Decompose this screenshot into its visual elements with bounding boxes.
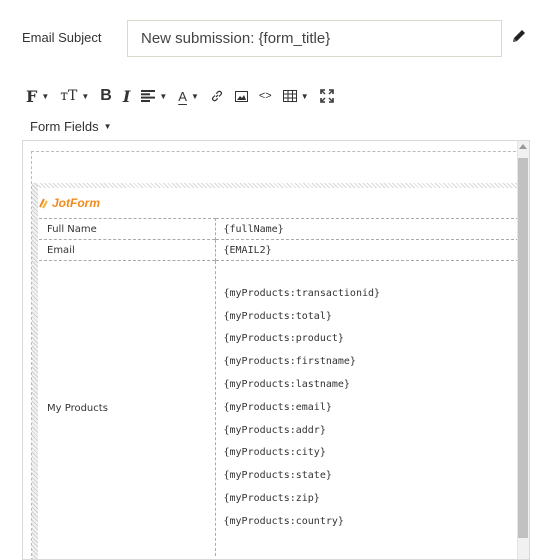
table-button[interactable]: ▼ — [282, 84, 309, 108]
field-label: My Products — [39, 260, 216, 556]
bold-icon: B — [100, 87, 112, 104]
submission-table: Full Name {fullName} Email {EMAIL2} My P… — [39, 218, 519, 556]
jotform-logo-text: JotForm — [52, 196, 100, 210]
field-label: Full Name — [39, 218, 216, 240]
field-value: {fullName} — [215, 218, 519, 240]
text-color-icon: A — [178, 88, 187, 104]
bold-button[interactable]: B — [100, 84, 112, 108]
align-icon — [141, 90, 156, 102]
font-size-button[interactable]: тT ▼ — [60, 84, 89, 108]
image-button[interactable] — [234, 84, 248, 108]
pencil-icon[interactable] — [509, 26, 529, 46]
code-icon: <> — [258, 90, 272, 102]
product-field-value: {myProducts:lastname} — [223, 379, 350, 391]
product-field-value: {myProducts:product} — [223, 333, 344, 345]
scroll-up-arrow-icon[interactable] — [519, 144, 527, 149]
scrollbar-thumb[interactable] — [518, 158, 528, 538]
field-value-list: {myProducts:transactionid} {myProducts:t… — [215, 260, 519, 556]
fullscreen-button[interactable] — [319, 84, 334, 108]
fullscreen-icon — [319, 89, 334, 103]
link-button[interactable] — [210, 84, 224, 108]
chevron-down-icon: ▼ — [41, 91, 50, 101]
italic-icon: I — [122, 86, 131, 106]
field-value: {EMAIL2} — [215, 239, 519, 261]
code-button[interactable]: <> — [259, 84, 272, 108]
template-hatch-side — [32, 183, 38, 559]
table-row: Email {EMAIL2} — [39, 239, 519, 261]
chevron-down-icon: ▼ — [81, 91, 90, 101]
chevron-down-icon: ▼ — [103, 122, 112, 131]
font-family-button[interactable]: F ▼ — [26, 84, 49, 108]
link-icon — [211, 90, 222, 102]
jotform-logo: JotForm — [39, 193, 100, 213]
product-field-value: {myProducts:country} — [223, 515, 344, 527]
email-body-editor[interactable]: JotForm Full Name {fullName} Email {EMAI… — [22, 140, 530, 560]
image-icon — [234, 90, 248, 102]
product-field-value: {myProducts:email} — [223, 401, 332, 413]
align-button[interactable]: ▼ — [141, 84, 167, 108]
product-field-value: {myProducts:total} — [223, 310, 332, 322]
product-field-value: {myProducts:transactionid} — [223, 287, 381, 299]
table-icon — [282, 90, 297, 102]
jotform-logo-icon — [39, 198, 48, 209]
font-family-icon: F — [26, 86, 38, 106]
chevron-down-icon: ▼ — [190, 91, 199, 101]
form-fields-label: Form Fields — [30, 119, 99, 134]
table-row: Full Name {fullName} — [39, 218, 519, 240]
product-field-value: {myProducts:firstname} — [223, 356, 356, 368]
product-field-value: {myProducts:zip} — [223, 493, 320, 505]
chevron-down-icon: ▼ — [159, 91, 168, 101]
product-field-value: {myProducts:addr} — [223, 424, 326, 436]
italic-button[interactable]: I — [123, 84, 130, 108]
field-label: Email — [39, 239, 216, 261]
table-row: My Products {myProducts:transactionid} {… — [39, 260, 519, 556]
product-field-value: {myProducts:state} — [223, 470, 332, 482]
vertical-scrollbar[interactable] — [517, 141, 529, 559]
template-hatch-border — [32, 183, 519, 188]
email-subject-input[interactable]: New submission: {form_title} — [127, 20, 502, 57]
product-field-value: {myProducts:city} — [223, 447, 326, 459]
chevron-down-icon: ▼ — [300, 91, 309, 101]
form-fields-dropdown[interactable]: Form Fields ▼ — [30, 119, 112, 134]
text-color-button[interactable]: A ▼ — [178, 84, 199, 108]
font-size-icon: тT — [60, 88, 78, 104]
email-subject-label: Email Subject — [22, 30, 102, 45]
editor-toolbar: F ▼ тT ▼ B I ▼ A ▼ <> ▼ — [26, 84, 345, 108]
